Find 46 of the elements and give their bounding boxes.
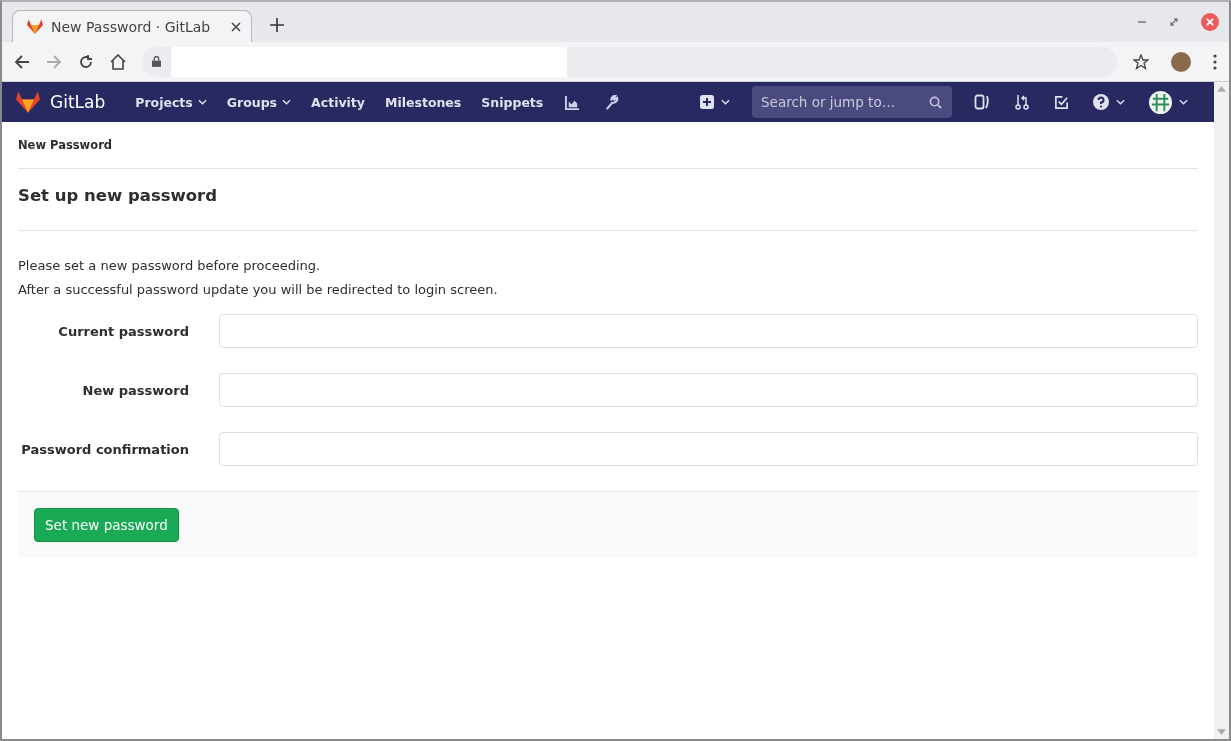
new-item-dropdown[interactable] — [700, 95, 730, 109]
page-heading: Set up new password — [18, 169, 1198, 231]
field-label: Current password — [57, 323, 189, 339]
search-field[interactable]: Search or jump to… — [752, 86, 952, 118]
reload-icon[interactable] — [78, 53, 94, 70]
caret-icon[interactable] — [1179, 99, 1188, 105]
breadcrumb[interactable]: New Password — [18, 122, 1198, 169]
nav-link[interactable]: Projects — [125, 94, 217, 110]
gitlab-logo[interactable]: GitLab — [16, 91, 106, 113]
search-icon — [929, 96, 942, 109]
intro-text: After a successful password update you will be redirected to login screen. — [18, 281, 499, 298]
field-label: New password — [81, 382, 189, 398]
fox-logo-icon — [27, 19, 43, 34]
issues-icon[interactable] — [974, 94, 990, 110]
star-icon[interactable] — [1133, 53, 1149, 70]
password-field[interactable] — [219, 373, 1198, 407]
plus-square-icon[interactable] — [700, 95, 714, 109]
fox-logo-icon — [16, 91, 40, 113]
nav-link[interactable]: Groups — [216, 94, 302, 110]
password-field[interactable] — [219, 432, 1198, 466]
wrench-icon[interactable] — [604, 94, 620, 110]
intro-text: Please set a new password before proceeding. — [18, 257, 322, 274]
restore-icon[interactable] — [1169, 17, 1179, 27]
new-tab-icon[interactable] — [270, 18, 284, 32]
help-icon[interactable] — [1093, 94, 1109, 110]
lock-icon — [152, 56, 161, 67]
chart-icon[interactable] — [565, 94, 581, 110]
nav-link[interactable]: Milestones — [375, 94, 472, 110]
close-icon[interactable] — [231, 21, 241, 32]
nav-link[interactable]: Snippets — [471, 94, 554, 110]
password-field[interactable] — [219, 314, 1198, 348]
caret-icon[interactable] — [282, 99, 292, 105]
nav-link[interactable]: Activity — [301, 94, 375, 110]
caret-icon[interactable] — [1116, 99, 1125, 105]
user-menu-dropdown[interactable] — [1149, 90, 1188, 114]
browser-tab[interactable]: New Password · GitLab — [12, 10, 252, 42]
avatar-icon[interactable] — [1149, 90, 1172, 114]
help-dropdown[interactable] — [1093, 94, 1125, 110]
back-arrow-icon[interactable] — [14, 53, 30, 70]
home-icon[interactable] — [110, 53, 126, 70]
field-label: Password confirmation — [20, 441, 189, 457]
caret-icon[interactable] — [721, 99, 730, 105]
caret-icon[interactable] — [197, 99, 207, 105]
todo-check-icon[interactable] — [1054, 94, 1069, 110]
merge-request-icon[interactable] — [1014, 94, 1030, 110]
kebab-menu-icon[interactable] — [1213, 53, 1217, 70]
